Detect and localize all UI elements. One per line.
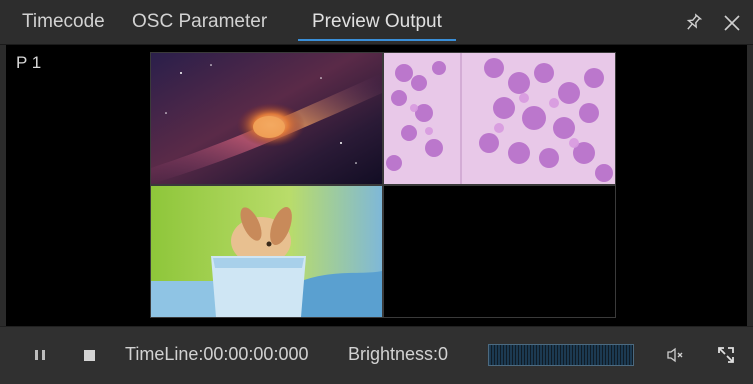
timeline-readout: TimeLine:00:00:00:000 bbox=[125, 344, 308, 365]
tab-osc-parameter[interactable]: OSC Parameter bbox=[126, 8, 273, 40]
brightness-value: 0 bbox=[438, 344, 449, 364]
empty-output-cell bbox=[384, 186, 615, 317]
timeline-label: TimeLine: bbox=[125, 344, 204, 364]
output-grid bbox=[150, 52, 616, 318]
page-label: P 1 bbox=[16, 53, 42, 72]
brightness-label: Brightness: bbox=[348, 344, 439, 364]
preview-output-panel: Timecode OSC Parameter Preview Output P … bbox=[0, 0, 753, 384]
tab-preview-output[interactable]: Preview Output bbox=[298, 8, 456, 41]
space-galaxy-image bbox=[151, 53, 382, 184]
timeline-value: 00:00:00:000 bbox=[203, 344, 309, 364]
tab-timecode[interactable]: Timecode bbox=[16, 8, 111, 40]
preview-area[interactable]: P 1 bbox=[6, 45, 747, 326]
tab-bar: Timecode OSC Parameter Preview Output bbox=[0, 0, 753, 45]
rabbit-in-cup-image bbox=[151, 186, 382, 317]
control-bar: TimeLine:00:00:00:000 Brightness:0 bbox=[0, 326, 753, 384]
stop-icon[interactable] bbox=[79, 345, 99, 365]
brightness-slider[interactable] bbox=[488, 344, 634, 366]
close-icon[interactable] bbox=[719, 10, 745, 36]
pin-icon[interactable] bbox=[680, 10, 706, 36]
lilac-flowers-image bbox=[384, 53, 615, 184]
pause-icon[interactable] bbox=[30, 345, 50, 365]
brightness-readout: Brightness:0 bbox=[348, 344, 448, 365]
fullscreen-icon[interactable] bbox=[714, 343, 738, 367]
mute-icon[interactable] bbox=[664, 343, 688, 367]
